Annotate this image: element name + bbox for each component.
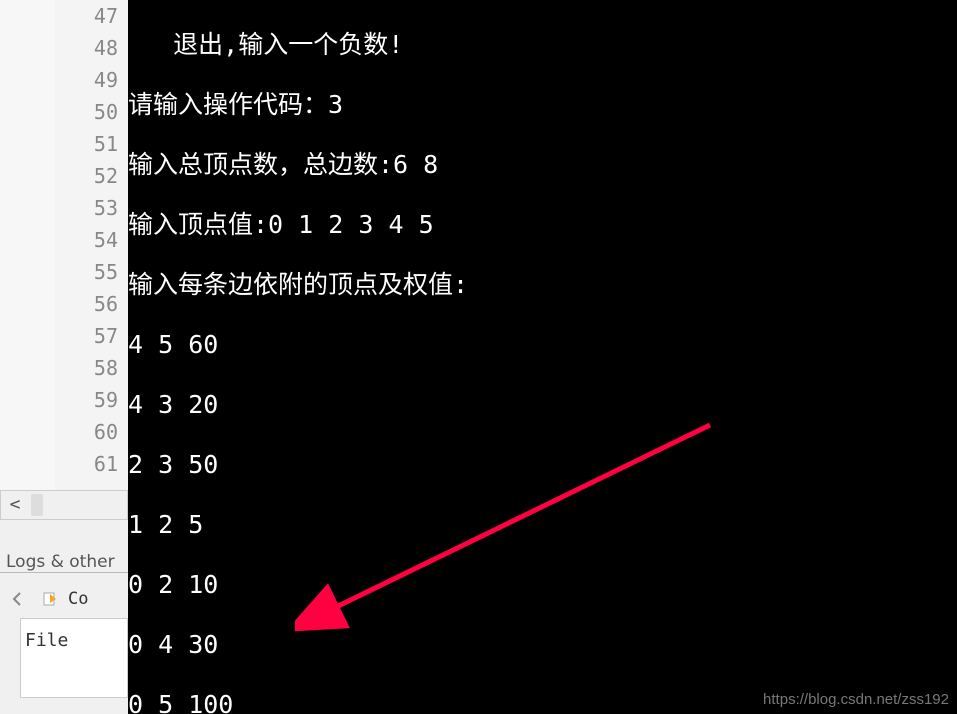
terminal-line: 输入顶点值:0 1 2 3 4 5 — [128, 210, 957, 240]
file-label: File — [25, 630, 68, 651]
logs-panel: Logs & other Co File — [0, 548, 128, 714]
line-number: 59 — [55, 384, 118, 416]
horizontal-scrollbar[interactable]: < — [0, 490, 128, 520]
line-number: 50 — [55, 96, 118, 128]
toolbar-note-icon[interactable] — [36, 585, 64, 613]
terminal-line: 2 3 50 — [128, 450, 957, 480]
scroll-left-arrow-icon[interactable]: < — [5, 495, 25, 515]
line-number: 49 — [55, 64, 118, 96]
terminal-line: 退出,输入一个负数! — [128, 30, 957, 60]
terminal-line: 输入总顶点数，总边数:6 8 — [128, 150, 957, 180]
line-number: 55 — [55, 256, 118, 288]
terminal-line: 请输入操作代码：3 — [128, 90, 957, 120]
line-number: 61 — [55, 448, 118, 480]
line-number: 58 — [55, 352, 118, 384]
logs-toolbar: Co — [0, 580, 128, 618]
line-number: 60 — [55, 416, 118, 448]
terminal-line: 4 5 60 — [128, 330, 957, 360]
terminal-line: 1 2 5 — [128, 510, 957, 540]
line-number: 57 — [55, 320, 118, 352]
watermark-text: https://blog.csdn.net/zss192 — [763, 691, 949, 708]
line-number: 51 — [55, 128, 118, 160]
line-numbers-column: 47 48 49 50 51 52 53 54 55 56 57 58 59 6… — [55, 0, 128, 490]
editor-gutter: 47 48 49 50 51 52 53 54 55 56 57 58 59 6… — [0, 0, 128, 520]
toolbar-left-arrow-icon[interactable] — [4, 585, 32, 613]
line-number: 47 — [55, 0, 118, 32]
terminal-line: 0 4 30 — [128, 630, 957, 660]
tab-label[interactable]: Co — [68, 589, 88, 609]
terminal-line: 0 2 10 — [128, 570, 957, 600]
line-number: 53 — [55, 192, 118, 224]
terminal-line: 4 3 20 — [128, 390, 957, 420]
terminal-line: 输入每条边依附的顶点及权值: — [128, 270, 957, 300]
scroll-thumb[interactable] — [31, 494, 43, 516]
line-number: 48 — [55, 32, 118, 64]
line-number: 56 — [55, 288, 118, 320]
line-number: 52 — [55, 160, 118, 192]
line-number: 54 — [55, 224, 118, 256]
terminal-output[interactable]: 退出,输入一个负数! 请输入操作代码：3 输入总顶点数，总边数:6 8 输入顶点… — [128, 0, 957, 714]
